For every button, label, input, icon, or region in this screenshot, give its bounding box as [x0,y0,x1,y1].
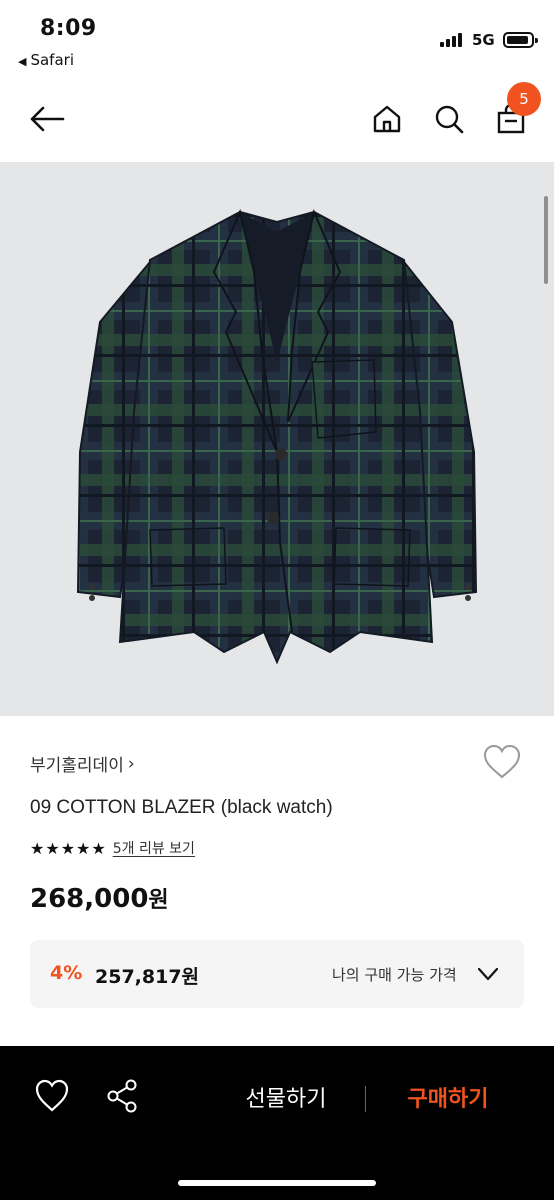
cellular-signal-icon [440,33,464,47]
search-button[interactable] [426,96,472,142]
back-button[interactable] [22,96,72,142]
discount-label: 나의 구매 가능 가격 [332,966,457,984]
price-value: 268,000 [30,884,149,914]
plaid-blazer-image [76,208,478,665]
chevron-down-icon [477,967,499,981]
battery-icon [503,32,538,48]
star-rating: ★★★★★ [30,838,107,858]
scroll-indicator[interactable] [544,196,548,284]
divider [365,1086,366,1112]
status-time: 8:09 [40,16,97,41]
status-bar: 8:09 ◀ Safari 5G [0,0,554,78]
network-type: 5G [472,31,495,49]
gift-button[interactable]: 선물하기 [222,1080,350,1120]
cart-count-badge: 5 [507,82,541,116]
brand-name: 부기홀리데이 [30,756,124,776]
home-button[interactable] [364,96,410,142]
share-icon [107,1079,137,1113]
brand-link[interactable]: 부기홀리데이 › [30,751,135,777]
arrow-left-icon [30,106,65,132]
heart-icon [483,744,521,779]
buy-button[interactable]: 구매하기 [384,1080,512,1120]
product-image[interactable] [0,162,554,716]
bottom-wishlist-button[interactable] [32,1076,76,1120]
wishlist-button[interactable] [482,744,526,786]
rating-row: ★★★★★ 5개 리뷰 보기 [30,838,195,858]
back-app-label: Safari [30,51,74,69]
share-button[interactable] [102,1076,146,1120]
heart-icon [35,1079,69,1112]
discount-rate: 4% [50,962,83,984]
back-triangle-icon: ◀ [18,55,27,68]
price-unit: 원 [148,888,169,913]
top-nav-bar [0,78,554,162]
my-price-dropdown[interactable]: 4% 257,817원 나의 구매 가능 가격 [30,940,524,1008]
search-icon [435,105,464,134]
chevron-right-icon: › [127,753,135,774]
back-to-safari[interactable]: ◀ Safari [18,51,74,69]
discount-price: 257,817원 [95,966,200,988]
bottom-action-bar: 선물하기 구매하기 [0,1046,554,1200]
home-icon [373,105,401,133]
review-link[interactable]: 5개 리뷰 보기 [113,838,195,858]
product-price: 268,000원 [30,882,169,914]
product-name: 09 COTTON BLAZER (black watch) [30,797,333,818]
home-indicator[interactable] [178,1180,376,1186]
